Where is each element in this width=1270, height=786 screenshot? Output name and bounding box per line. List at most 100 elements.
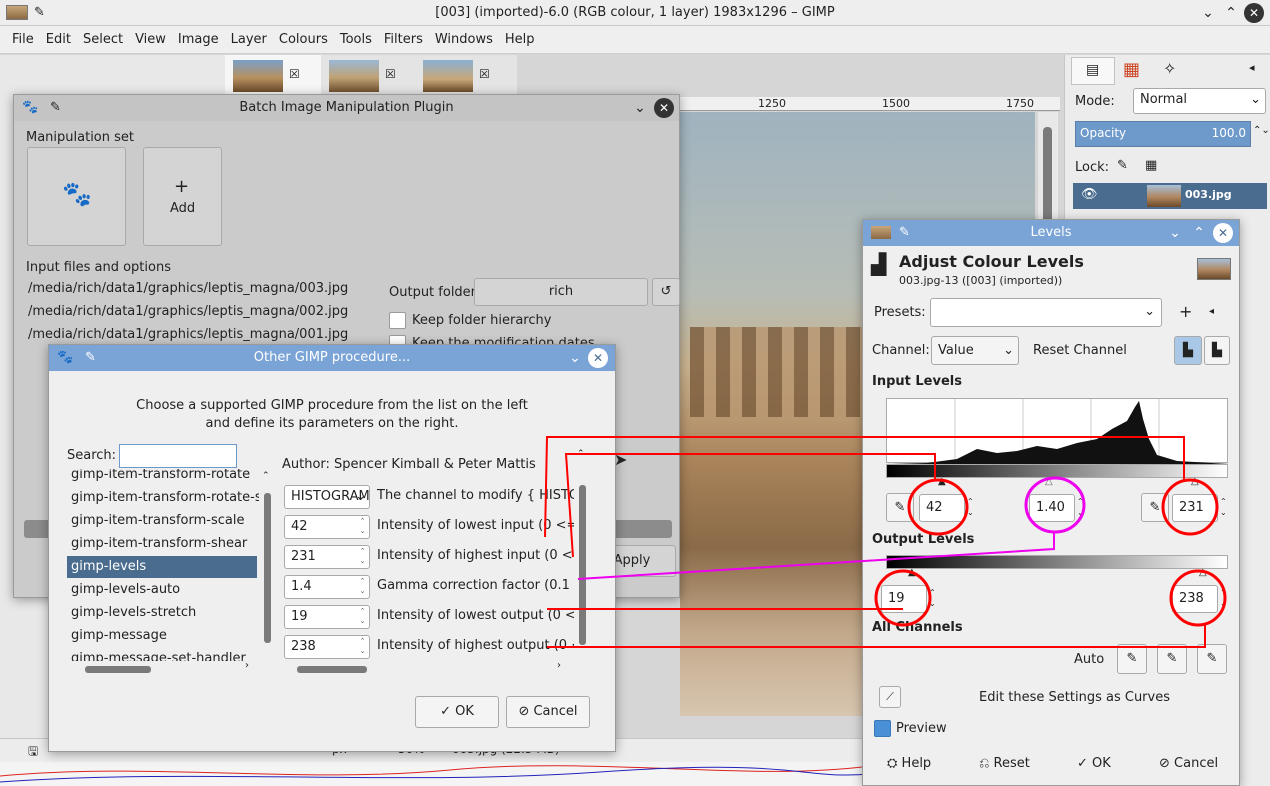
- menu-edit[interactable]: Edit: [40, 26, 77, 54]
- list-item[interactable]: gimp-levels-auto: [71, 582, 180, 597]
- minimize-icon[interactable]: ⌄: [1198, 3, 1218, 23]
- output-high-handle[interactable]: △: [1199, 567, 1207, 578]
- image-tab-001[interactable]: ☒: [419, 55, 513, 95]
- linear-histogram-button[interactable]: ▙: [1174, 336, 1202, 365]
- spin-arrows-icon[interactable]: ⌃ ⌄: [967, 496, 974, 518]
- param-gamma[interactable]: 1.4 ⌃ ⌄: [284, 575, 370, 599]
- preview-checkbox[interactable]: [874, 720, 891, 737]
- maximize-icon[interactable]: ⌃: [1189, 223, 1209, 243]
- menu-view[interactable]: View: [129, 26, 172, 54]
- keep-hierarchy-checkbox[interactable]: [389, 312, 406, 329]
- output-low-spin[interactable]: 19: [881, 585, 927, 613]
- menu-image[interactable]: Image: [172, 26, 225, 54]
- pin-icon[interactable]: ✎: [50, 95, 61, 121]
- close-icon[interactable]: ✕: [1213, 223, 1233, 243]
- param-high-output[interactable]: 238 ⌃ ⌄: [284, 635, 370, 659]
- close-tab-icon[interactable]: ☒: [289, 67, 300, 81]
- lock-pixels-icon[interactable]: ✎: [1117, 158, 1128, 173]
- menu-file[interactable]: File: [6, 26, 40, 54]
- scrollbar-thumb[interactable]: [579, 485, 586, 645]
- visibility-eye-icon[interactable]: 👁: [1081, 187, 1098, 202]
- opacity-slider[interactable]: Opacity 100.0: [1075, 121, 1251, 147]
- maximize-icon[interactable]: ⌃: [1221, 3, 1241, 23]
- scroll-up-icon[interactable]: ⌃: [577, 449, 585, 459]
- close-tab-icon[interactable]: ☒: [385, 67, 396, 81]
- file-list-item[interactable]: /media/rich/data1/graphics/leptis_magna/…: [28, 327, 348, 342]
- auto-button[interactable]: Auto: [1074, 652, 1104, 667]
- help-button[interactable]: ⛭ Help: [887, 756, 931, 771]
- spin-arrows-icon[interactable]: ⌃ ⌄: [358, 576, 367, 596]
- scroll-right-icon[interactable]: ›: [245, 660, 249, 671]
- close-icon[interactable]: ✕: [654, 98, 674, 118]
- minimize-icon[interactable]: ⌄: [1165, 223, 1185, 243]
- pin-icon[interactable]: ✎: [34, 0, 45, 25]
- add-manipulation-button[interactable]: + Add: [143, 147, 222, 246]
- minimize-icon[interactable]: ⌄: [565, 348, 585, 368]
- scrollbar-thumb[interactable]: [264, 493, 271, 643]
- save-icon[interactable]: 🖫: [28, 742, 38, 763]
- image-tab-002[interactable]: ☒: [323, 55, 417, 95]
- reset-button[interactable]: ⎌ Reset: [979, 756, 1030, 771]
- list-item[interactable]: gimp-message: [71, 628, 167, 643]
- mode-select[interactable]: Normal ⌄: [1133, 88, 1266, 114]
- output-low-handle[interactable]: ▲: [908, 567, 916, 578]
- curves-button[interactable]: ⟋: [879, 686, 901, 708]
- param-high-input[interactable]: 231 ⌃ ⌄: [284, 545, 370, 569]
- params-vscrollbar[interactable]: ⌃: [577, 449, 589, 653]
- close-icon[interactable]: ✕: [588, 348, 608, 368]
- param-low-input[interactable]: 42 ⌃ ⌄: [284, 515, 370, 539]
- pin-icon[interactable]: ✎: [899, 220, 910, 246]
- menu-colours[interactable]: Colours: [273, 26, 334, 54]
- reset-channel-button[interactable]: Reset Channel: [1033, 343, 1127, 358]
- spin-arrows-icon[interactable]: ⌃ ⌄: [1077, 496, 1084, 518]
- pick-gray-button[interactable]: ✎: [1157, 644, 1187, 674]
- spin-arrows-icon[interactable]: ⌃ ⌄: [358, 636, 367, 656]
- spin-arrows-icon[interactable]: ⌃ ⌄: [929, 587, 936, 609]
- scrollbar-thumb[interactable]: [85, 666, 151, 673]
- scroll-up-icon[interactable]: ⌃: [262, 471, 270, 481]
- dock-menu-icon[interactable]: ◂: [1249, 61, 1255, 74]
- spin-arrows-icon[interactable]: ⌃ ⌄: [1220, 496, 1227, 518]
- channel-select[interactable]: Value ⌄: [931, 336, 1019, 365]
- list-item-selected[interactable]: gimp-levels: [67, 556, 257, 578]
- spin-arrows-icon[interactable]: ⌃ ⌄: [1220, 587, 1227, 609]
- channels-tab-icon[interactable]: ▦: [1123, 59, 1140, 80]
- spin-arrows-icon[interactable]: ⌃ ⌄: [358, 546, 367, 566]
- list-item[interactable]: gimp-item-transform-scale: [71, 513, 244, 528]
- file-list-item[interactable]: /media/rich/data1/graphics/leptis_magna/…: [28, 304, 348, 319]
- list-vscrollbar[interactable]: ⌃: [261, 471, 273, 651]
- paths-tab-icon[interactable]: ✧: [1163, 59, 1176, 78]
- output-high-spin[interactable]: 238: [1172, 585, 1218, 613]
- list-item[interactable]: gimp-item-transform-rotate: [71, 469, 250, 482]
- input-low-handle[interactable]: ▲: [938, 476, 946, 487]
- ok-button[interactable]: ✓ OK: [415, 696, 499, 728]
- params-hscrollbar[interactable]: ›: [285, 660, 565, 675]
- scrollbar-thumb[interactable]: [297, 666, 367, 673]
- lock-alpha-icon[interactable]: ▦: [1145, 158, 1157, 173]
- menu-help[interactable]: Help: [499, 26, 541, 54]
- list-item[interactable]: gimp-message-set-handler: [71, 651, 246, 661]
- input-low-spin[interactable]: 42: [919, 494, 965, 522]
- input-gamma-handle[interactable]: △: [1045, 476, 1053, 487]
- close-icon[interactable]: ✕: [1244, 3, 1264, 23]
- layer-row[interactable]: 👁 003.jpg: [1073, 183, 1267, 209]
- presets-select[interactable]: ⌄: [930, 298, 1162, 327]
- menu-select[interactable]: Select: [77, 26, 129, 54]
- spin-arrows-icon[interactable]: ⌃ ⌄: [358, 516, 367, 536]
- menu-filters[interactable]: Filters: [378, 26, 429, 54]
- manipulation-item[interactable]: 🐾: [27, 147, 126, 246]
- image-tab-003[interactable]: ☒: [225, 55, 321, 95]
- list-item[interactable]: gimp-levels-stretch: [71, 605, 196, 620]
- pin-icon[interactable]: ✎: [85, 345, 96, 371]
- menu-tools[interactable]: Tools: [334, 26, 378, 54]
- channel-select[interactable]: HISTOGRAM ⌄: [284, 485, 370, 509]
- menu-layer[interactable]: Layer: [225, 26, 273, 54]
- pick-white-point-button[interactable]: ✎: [1141, 493, 1169, 522]
- close-tab-icon[interactable]: ☒: [479, 67, 490, 81]
- pick-black-button[interactable]: ✎: [1117, 644, 1147, 674]
- layers-tab[interactable]: ▤: [1071, 57, 1115, 85]
- cancel-button[interactable]: ⊘ Cancel: [1159, 756, 1218, 771]
- edit-as-curves-label[interactable]: Edit these Settings as Curves: [979, 690, 1170, 705]
- param-low-output[interactable]: 19 ⌃ ⌄: [284, 605, 370, 629]
- input-high-handle[interactable]: △: [1191, 476, 1199, 487]
